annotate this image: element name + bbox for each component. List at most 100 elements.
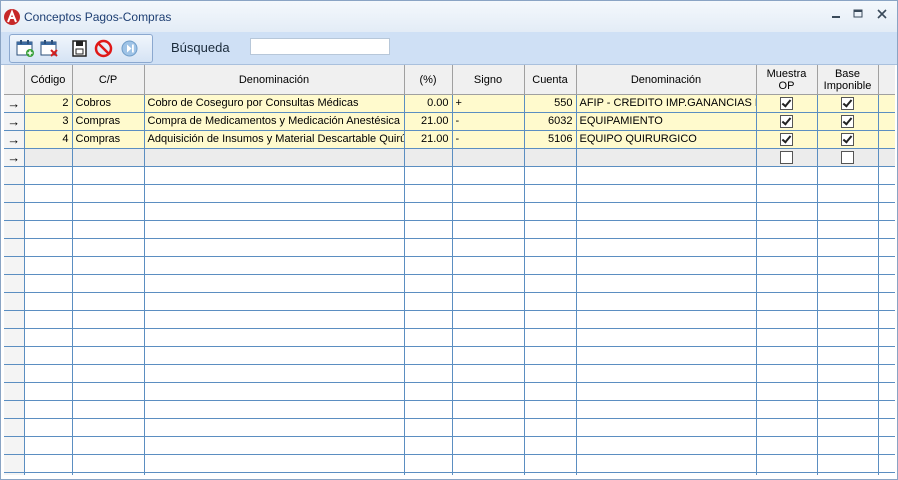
cell-cp[interactable] xyxy=(72,148,145,167)
empty-cell xyxy=(576,454,757,473)
minimize-button[interactable] xyxy=(826,6,846,24)
exit-button[interactable] xyxy=(120,39,139,58)
empty-cell xyxy=(24,166,73,185)
muestra-op-checkbox[interactable] xyxy=(780,114,793,128)
empty-cell xyxy=(24,418,73,437)
base-imponible-checkbox[interactable] xyxy=(841,96,854,110)
empty-cell xyxy=(878,472,895,475)
cell-denominacion[interactable] xyxy=(144,148,405,167)
empty-cell xyxy=(72,418,145,437)
cell-denominacion[interactable]: Cobro de Coseguro por Consultas Médicas xyxy=(144,94,405,113)
empty-cell xyxy=(24,292,73,311)
cell-cuenta[interactable]: 6032 xyxy=(524,112,577,131)
cell-cuenta[interactable]: 5106 xyxy=(524,130,577,149)
base-imponible-checkbox[interactable] xyxy=(841,150,854,164)
empty-cell xyxy=(452,472,525,475)
empty-cell xyxy=(576,472,757,475)
empty-cell xyxy=(24,436,73,455)
search-input[interactable] xyxy=(250,38,390,55)
column-header-porcentaje[interactable]: (%) xyxy=(404,65,453,95)
empty-cell xyxy=(756,166,818,185)
empty-cell xyxy=(144,184,405,203)
cell-codigo[interactable]: 2 xyxy=(24,94,73,113)
cell-signo[interactable]: + xyxy=(452,94,525,113)
empty-cell xyxy=(576,256,757,275)
cell-cp[interactable]: Compras xyxy=(72,112,145,131)
empty-cell xyxy=(404,418,453,437)
empty-cell xyxy=(878,418,895,437)
cell-cp[interactable]: Compras xyxy=(72,130,145,149)
muestra-op-checkbox[interactable] xyxy=(780,96,793,110)
empty-cell xyxy=(144,346,405,365)
close-button[interactable] xyxy=(872,6,892,24)
row-indicator-icon[interactable]: → xyxy=(4,130,25,149)
cell-porcentaje[interactable] xyxy=(404,148,453,167)
row-indicator-icon[interactable]: → xyxy=(4,148,25,167)
column-header-muestra-op[interactable]: Muestra OP xyxy=(756,65,818,95)
cell-codigo[interactable]: 4 xyxy=(24,130,73,149)
add-record-button[interactable] xyxy=(16,39,35,58)
delete-record-button[interactable] xyxy=(40,39,59,58)
cell-codigo[interactable] xyxy=(24,148,73,167)
save-button[interactable] xyxy=(70,39,89,58)
table-row[interactable]: → xyxy=(4,148,895,167)
row-indicator-icon[interactable]: → xyxy=(4,112,25,131)
cell-denominacion-cuenta[interactable]: EQUIPO QUIRURGICO xyxy=(576,130,757,149)
empty-cell xyxy=(756,274,818,293)
empty-cell xyxy=(4,436,25,455)
column-header-denominacion-cuenta[interactable]: Denominación xyxy=(576,65,757,95)
cell-porcentaje[interactable]: 21.00 xyxy=(404,130,453,149)
cancel-button[interactable] xyxy=(94,39,113,58)
base-imponible-checkbox[interactable] xyxy=(841,132,854,146)
empty-cell xyxy=(72,364,145,383)
empty-cell xyxy=(144,256,405,275)
empty-cell xyxy=(524,256,577,275)
maximize-button[interactable] xyxy=(848,6,868,24)
column-header-cuenta[interactable]: Cuenta xyxy=(524,65,577,95)
cell-cp[interactable]: Cobros xyxy=(72,94,145,113)
empty-cell xyxy=(576,364,757,383)
base-imponible-checkbox[interactable] xyxy=(841,114,854,128)
empty-cell xyxy=(144,166,405,185)
table-row[interactable]: → 2 Cobros Cobro de Coseguro por Consultas … xyxy=(4,94,895,113)
row-indicator-icon[interactable]: → xyxy=(4,94,25,113)
empty-cell xyxy=(4,310,25,329)
cell-signo[interactable]: - xyxy=(452,112,525,131)
empty-cell xyxy=(524,292,577,311)
cell-denominacion[interactable]: Adquisición de Insumos y Material Descar… xyxy=(144,130,405,149)
cell-denominacion-cuenta[interactable]: EQUIPAMIENTO xyxy=(576,112,757,131)
column-header-codigo[interactable]: Código xyxy=(24,65,73,95)
empty-cell xyxy=(452,310,525,329)
muestra-op-checkbox[interactable] xyxy=(780,132,793,146)
table-row[interactable]: → 4 Compras Adquisición de Insumos y Materi… xyxy=(4,130,895,149)
empty-row xyxy=(4,310,895,329)
empty-row xyxy=(4,292,895,311)
empty-cell xyxy=(524,382,577,401)
empty-cell xyxy=(72,292,145,311)
empty-cell xyxy=(452,184,525,203)
cell-porcentaje[interactable]: 0.00 xyxy=(404,94,453,113)
empty-cell xyxy=(524,184,577,203)
cell-cuenta[interactable]: 550 xyxy=(524,94,577,113)
cell-denominacion-cuenta[interactable] xyxy=(576,148,757,167)
empty-cell xyxy=(404,472,453,475)
empty-cell xyxy=(756,382,818,401)
muestra-op-checkbox[interactable] xyxy=(780,150,793,164)
cell-denominacion-cuenta[interactable]: AFIP - CREDITO IMP.GANANCIAS DE xyxy=(576,94,757,113)
cell-muestra-op xyxy=(756,130,818,149)
column-header-denominacion[interactable]: Denominación xyxy=(144,65,405,95)
cell-cuenta[interactable] xyxy=(524,148,577,167)
column-header-cp[interactable]: C/P xyxy=(72,65,145,95)
table-row[interactable]: → 3 Compras Compra de Medicamentos y Medica… xyxy=(4,112,895,131)
column-header-base-imponible[interactable]: Base Imponible xyxy=(817,65,879,95)
column-header-signo[interactable]: Signo xyxy=(452,65,525,95)
empty-cell xyxy=(72,454,145,473)
cell-denominacion[interactable]: Compra de Medicamentos y Medicación Anes… xyxy=(144,112,405,131)
empty-cell xyxy=(404,274,453,293)
cell-signo[interactable]: - xyxy=(452,130,525,149)
cell-porcentaje[interactable]: 21.00 xyxy=(404,112,453,131)
empty-cell xyxy=(524,274,577,293)
empty-row xyxy=(4,166,895,185)
cell-codigo[interactable]: 3 xyxy=(24,112,73,131)
cell-signo[interactable] xyxy=(452,148,525,167)
